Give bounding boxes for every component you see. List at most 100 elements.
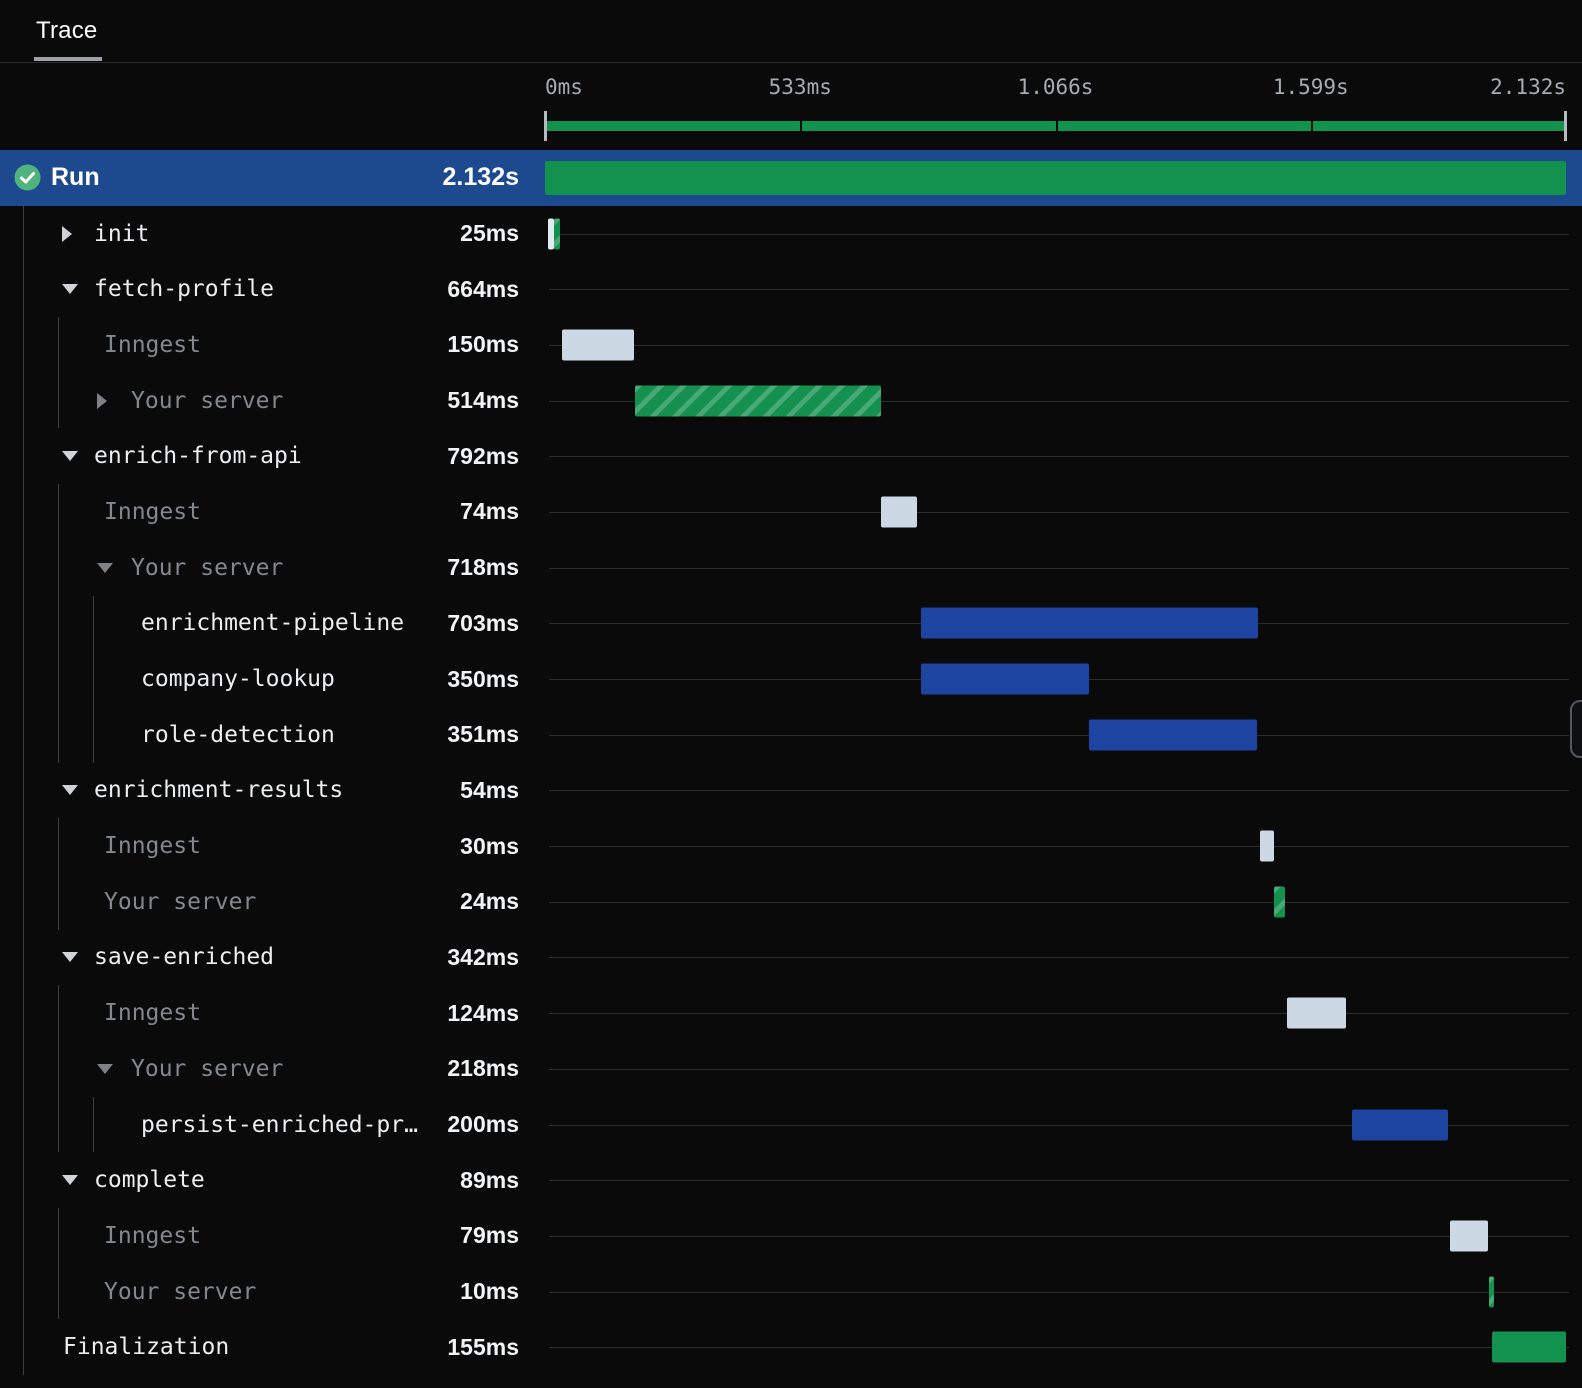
trace-row-inngest[interactable]: Inngest 150ms	[0, 317, 1582, 373]
trace-row-role-detection[interactable]: role-detection 351ms	[0, 706, 1582, 763]
trace-row-your-server[interactable]: Your server 218ms	[0, 1041, 1582, 1097]
span-bar-server[interactable]	[1488, 1276, 1494, 1308]
indent-guide-line	[23, 873, 24, 930]
span-duration: 200ms	[447, 1111, 519, 1138]
indent-guide-line	[23, 1319, 24, 1376]
row-label-cell: Your server 514ms	[0, 372, 543, 429]
span-bar-step[interactable]	[920, 663, 1089, 695]
trace-row-company-lookup[interactable]: company-lookup 350ms	[0, 651, 1582, 707]
span-duration: 89ms	[460, 1166, 519, 1193]
span-bar-server[interactable]	[1273, 886, 1286, 918]
indent-guide-line	[58, 539, 59, 596]
indent-guide-line	[23, 706, 24, 763]
trace-row-inngest[interactable]: Inngest 79ms	[0, 1208, 1582, 1264]
timeline-minimap[interactable]	[544, 109, 1567, 143]
row-label-cell: company-lookup 350ms	[0, 651, 543, 707]
indent-guide-line	[93, 706, 94, 763]
indent-guide-line	[23, 1041, 24, 1097]
trace-row-complete[interactable]: complete 89ms	[0, 1152, 1582, 1209]
span-bar-server[interactable]	[554, 218, 560, 250]
row-chart-cell	[543, 1152, 1582, 1208]
minimap-tick-notch	[800, 121, 803, 131]
run-span-bar[interactable]	[545, 160, 1566, 195]
side-panel-handle[interactable]	[1570, 700, 1582, 758]
span-bar-step[interactable]	[1351, 1109, 1448, 1141]
trace-row-your-server[interactable]: Your server 514ms	[0, 372, 1582, 429]
trace-row-enrich-from-api[interactable]: enrich-from-api 792ms	[0, 428, 1582, 485]
trace-row-your-server[interactable]: Your server 24ms	[0, 873, 1582, 930]
trace-row-your-server[interactable]: Your server 718ms	[0, 539, 1582, 596]
indent-guide-line	[58, 595, 59, 652]
span-duration: 718ms	[447, 554, 519, 581]
caret-right-icon[interactable]	[62, 225, 82, 242]
span-bar-server[interactable]	[635, 385, 882, 417]
trace-row-fetch-profile[interactable]: fetch-profile 664ms	[0, 261, 1582, 318]
caret-down-icon[interactable]	[62, 1172, 82, 1188]
span-name: Inngest	[104, 833, 201, 860]
row-chart-cell	[543, 818, 1582, 874]
span-name: Your server	[104, 1278, 257, 1305]
trace-row-inngest[interactable]: Inngest 124ms	[0, 985, 1582, 1041]
trace-row-enrichment-results[interactable]: enrichment-results 54ms	[0, 762, 1582, 819]
trace-row-enrichment-pipeline[interactable]: enrichment-pipeline 703ms	[0, 595, 1582, 652]
run-row[interactable]: Run 2.132s	[0, 150, 1582, 206]
caret-down-icon[interactable]	[97, 560, 117, 576]
caret-down-icon[interactable]	[62, 949, 82, 965]
row-chart-cell	[543, 874, 1582, 930]
row-label-cell: role-detection 351ms	[0, 706, 543, 763]
row-label-cell: Inngest 150ms	[0, 317, 543, 373]
indent-guide-line	[58, 1041, 59, 1097]
caret-down-icon[interactable]	[62, 281, 82, 297]
row-chart-cell	[543, 707, 1582, 763]
span-bar-step[interactable]	[1089, 719, 1258, 751]
tab-trace-label: Trace	[36, 17, 98, 44]
caret-down-icon[interactable]	[62, 782, 82, 798]
caret-right-icon[interactable]	[97, 392, 117, 409]
span-duration: 124ms	[447, 999, 519, 1026]
span-duration: 664ms	[447, 275, 519, 302]
row-label-cell: persist-enriched-pr… 200ms	[0, 1096, 543, 1153]
indent-guide-line	[23, 484, 24, 540]
tab-trace[interactable]: Trace	[36, 0, 97, 62]
trace-row-save-enriched[interactable]: save-enriched 342ms	[0, 929, 1582, 986]
trace-row-persist-enriched-pr[interactable]: persist-enriched-pr… 200ms	[0, 1096, 1582, 1153]
indent-guide-line	[58, 1263, 59, 1320]
caret-down-icon[interactable]	[97, 1061, 117, 1077]
indent-guide-line	[23, 372, 24, 429]
span-bar-solid[interactable]	[1491, 1331, 1566, 1363]
span-duration: 703ms	[447, 609, 519, 636]
row-label-cell: Inngest 79ms	[0, 1208, 543, 1264]
span-name: Inngest	[104, 1000, 201, 1027]
span-bar-inngest[interactable]	[1450, 1220, 1488, 1252]
span-bar-step[interactable]	[920, 607, 1258, 639]
span-bar-inngest[interactable]	[1286, 997, 1347, 1029]
caret-down-icon[interactable]	[62, 448, 82, 464]
indent-guide-line	[58, 651, 59, 707]
indent-guide-line	[58, 818, 59, 874]
indent-guide-line	[23, 1152, 24, 1209]
indent-guide-line	[58, 873, 59, 930]
row-label-cell: Inngest 124ms	[0, 985, 543, 1041]
row-chart-cell	[543, 428, 1582, 484]
indent-guide-line	[23, 595, 24, 652]
span-bar-inngest[interactable]	[1259, 830, 1275, 862]
trace-row-init[interactable]: init 25ms	[0, 205, 1582, 262]
row-label-cell: Inngest 74ms	[0, 484, 543, 540]
minimap-tick-notch	[1310, 121, 1313, 131]
span-name: enrich-from-api	[94, 443, 302, 470]
indent-guide-line	[23, 261, 24, 318]
trace-row-your-server[interactable]: Your server 10ms	[0, 1263, 1582, 1320]
span-bar-inngest[interactable]	[561, 329, 634, 361]
trace-row-inngest[interactable]: Inngest 30ms	[0, 818, 1582, 874]
span-name: Finalization	[63, 1334, 230, 1361]
axis-tick-label: 1.599s	[1272, 75, 1349, 99]
span-bar-inngest[interactable]	[881, 496, 917, 528]
row-label-cell: Your server 10ms	[0, 1263, 543, 1320]
indent-guide-line	[23, 1096, 24, 1153]
row-chart-cell	[543, 261, 1582, 317]
span-duration: 25ms	[460, 220, 519, 247]
trace-row-finalization[interactable]: Finalization 155ms	[0, 1319, 1582, 1376]
row-label-cell: Your server 718ms	[0, 539, 543, 596]
indent-guide-line	[93, 595, 94, 652]
trace-row-inngest[interactable]: Inngest 74ms	[0, 484, 1582, 540]
